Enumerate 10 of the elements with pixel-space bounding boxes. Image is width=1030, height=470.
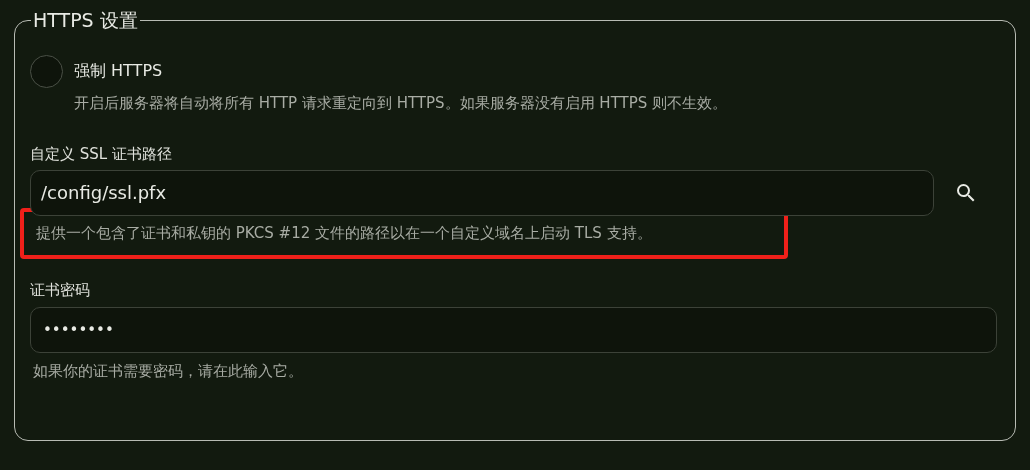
- checkbox-description: 开启后服务器将自动将所有 HTTP 请求重定向到 HTTPS。如果服务器没有启用 HTTPS 则不生效。: [74, 92, 728, 113]
- password-input-field[interactable]: ••••••••: [30, 306, 997, 353]
- password-hint: 如果你的证书需要密码，请在此输入它。: [33, 360, 304, 382]
- field-label: 证书密码: [30, 279, 91, 300]
- force-https-checkbox[interactable]: [30, 54, 63, 88]
- field-label: 自定义 SSL 证书路径: [30, 143, 173, 164]
- checkbox-label: 强制 HTTPS: [74, 60, 164, 81]
- path-hint: 提供一个包含了证书和私钥的 PKCS #12 文件的路径以在一个自定义域名上启动 TLS 支持。: [36, 222, 652, 244]
- section-title: HTTPS 设置: [32, 8, 139, 33]
- path-input-field[interactable]: /config/ssl.pfx: [30, 169, 934, 216]
